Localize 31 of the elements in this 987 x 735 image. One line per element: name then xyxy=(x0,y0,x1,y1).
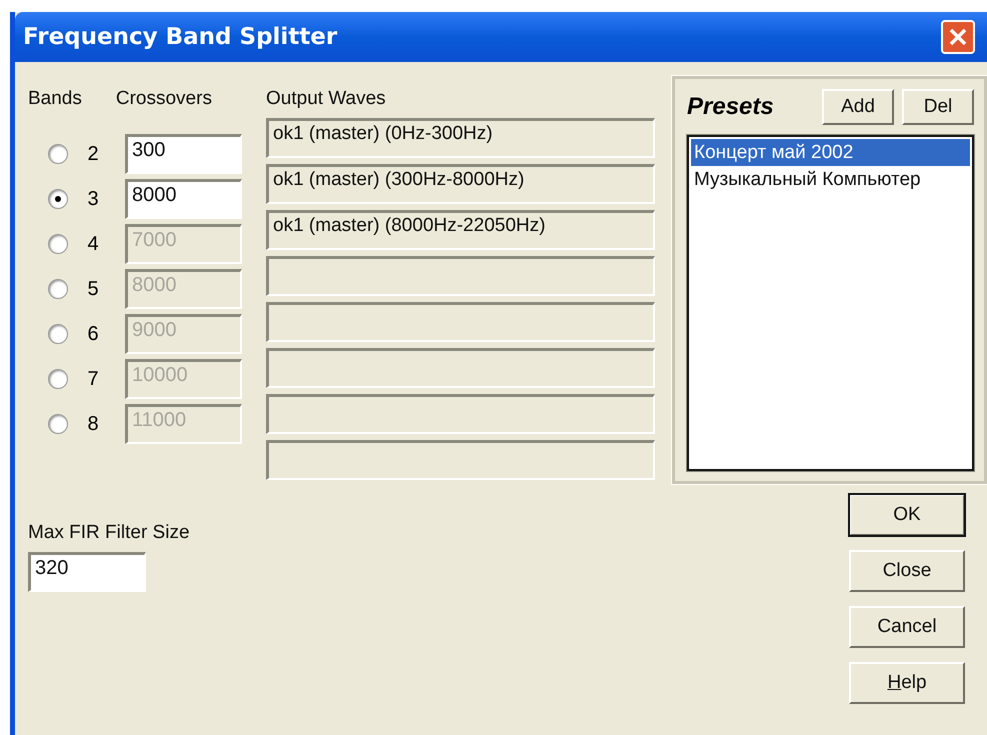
max-fir-field[interactable]: 320 xyxy=(28,552,146,592)
crossover-field[interactable]: 300 xyxy=(125,134,242,174)
band-number: 8 xyxy=(86,412,100,436)
close-icon xyxy=(949,28,967,46)
crossovers-label: Crossovers xyxy=(116,88,212,110)
dialog-button[interactable]: Help xyxy=(849,662,965,704)
band-number: 3 xyxy=(86,188,100,210)
presets-title: Presets xyxy=(687,93,775,121)
dialog-button[interactable]: Close xyxy=(849,550,965,592)
max-fir-label: Max FIR Filter Size xyxy=(28,522,190,544)
crossover-field[interactable]: 8000 xyxy=(125,179,242,219)
output-wave-field: ok1 (master) (300Hz-8000Hz) xyxy=(266,164,655,204)
close-button[interactable] xyxy=(941,20,975,54)
output-waves-label: Output Waves xyxy=(266,88,387,111)
band-number: 4 xyxy=(86,232,100,256)
band-radio[interactable] xyxy=(48,144,68,164)
preset-item[interactable]: Концерт май 2002 xyxy=(691,139,970,166)
output-wave-field: ok1 (master) (8000Hz-22050Hz) xyxy=(266,210,655,250)
preset-item[interactable]: Музыкальный Компьютер xyxy=(691,166,970,193)
window-title: Frequency Band Splitter xyxy=(23,24,338,50)
band-number: 7 xyxy=(86,368,100,390)
band-number: 6 xyxy=(86,322,100,346)
output-wave-field: ok1 (master) (0Hz-300Hz) xyxy=(266,118,655,158)
preset-button[interactable]: Add xyxy=(822,89,894,125)
bands-label: Bands xyxy=(28,88,82,110)
dialog-button[interactable]: Cancel xyxy=(849,606,965,648)
band-radio[interactable] xyxy=(48,189,68,209)
dialog-button[interactable]: OK xyxy=(849,494,965,536)
preset-button[interactable]: Del xyxy=(902,89,974,125)
band-number: 2 xyxy=(86,142,100,166)
band-number: 5 xyxy=(86,278,100,300)
